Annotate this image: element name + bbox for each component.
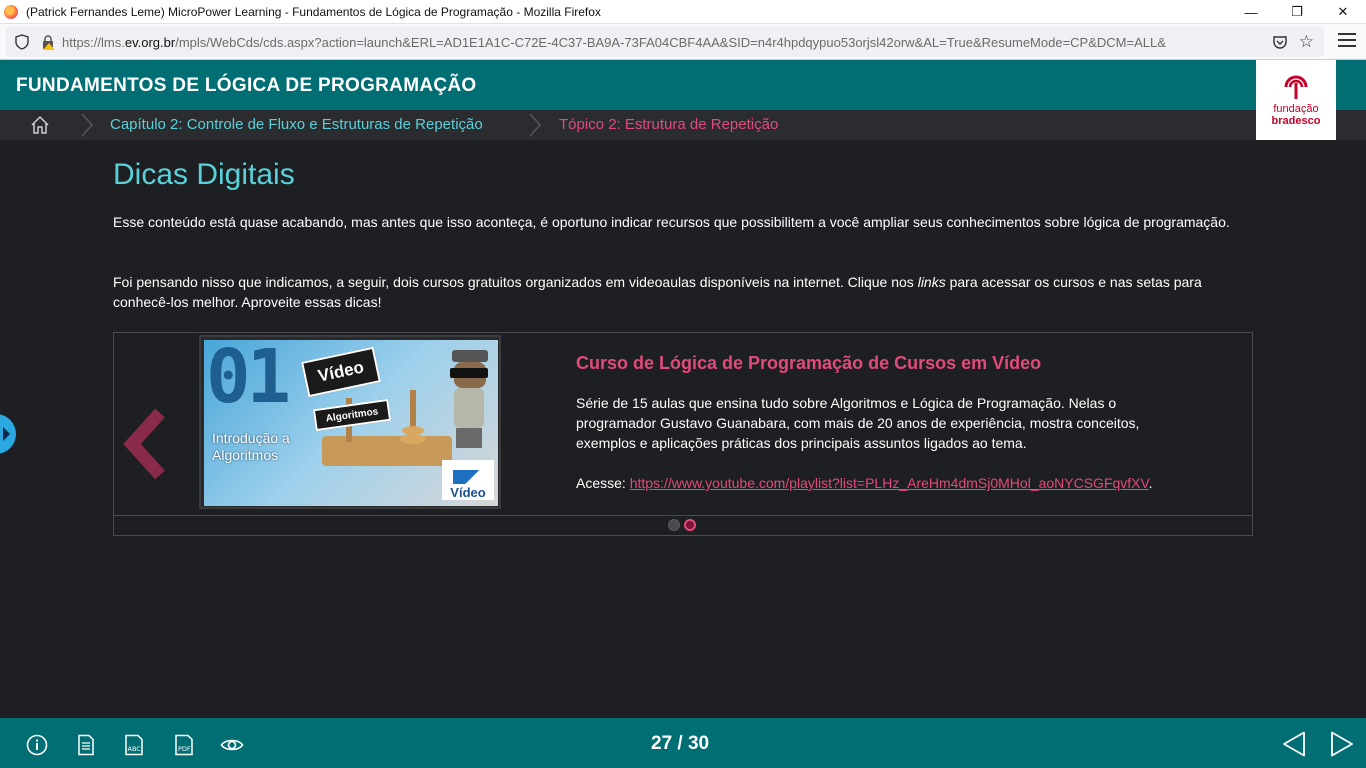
pdf-icon[interactable]: PDF xyxy=(173,734,195,756)
home-icon[interactable] xyxy=(30,115,50,135)
breadcrumb: Capítulo 2: Controle de Fluxo e Estrutur… xyxy=(0,110,1366,140)
hamburger-menu-icon[interactable] xyxy=(1338,33,1356,51)
figurine-illustration xyxy=(450,350,488,448)
pocket-icon[interactable] xyxy=(1272,34,1288,50)
carousel-divider xyxy=(114,515,1252,516)
restore-button[interactable]: ❐ xyxy=(1274,0,1320,24)
course-thumbnail[interactable]: 01 Vídeo Algoritmos Introdução a Algoritm… xyxy=(199,335,501,509)
breadcrumb-chevron-icon xyxy=(81,113,94,137)
course-description: Série de 15 aulas que ensina tudo sobre … xyxy=(576,395,1140,451)
footer-toolbar: ABC PDF 27 / 30 xyxy=(0,718,1366,768)
carousel-prev-arrow-icon[interactable] xyxy=(122,409,174,479)
page-counter: 27 / 30 xyxy=(651,733,710,754)
course-title-heading: Curso de Lógica de Programação de Cursos… xyxy=(576,353,1042,373)
svg-text:PDF: PDF xyxy=(178,745,191,753)
previous-page-icon[interactable] xyxy=(1282,731,1306,757)
eye-icon[interactable] xyxy=(220,734,244,756)
firefox-icon xyxy=(4,4,18,19)
instructions-paragraph: Foi pensando nisso que indicamos, a segu… xyxy=(113,274,1202,310)
close-button[interactable]: ✕ xyxy=(1320,0,1366,24)
window-controls: — ❐ ✕ xyxy=(1228,0,1366,24)
carousel-dot-1[interactable] xyxy=(668,519,680,531)
minimize-button[interactable]: — xyxy=(1228,0,1274,24)
thumbnail-number: 01 xyxy=(206,340,291,420)
course-carousel: 01 Vídeo Algoritmos Introdução a Algoritm… xyxy=(113,332,1253,536)
glossary-icon[interactable]: ABC xyxy=(123,734,145,756)
next-page-icon[interactable] xyxy=(1330,731,1354,757)
thumbnail-algorithms-label: Algoritmos xyxy=(312,398,392,432)
logo-line1: fundação xyxy=(1273,103,1319,115)
browser-titlebar: (Patrick Fernandes Leme) MicroPower Lear… xyxy=(0,0,1366,24)
breadcrumb-chevron-icon xyxy=(529,113,542,137)
info-icon[interactable] xyxy=(26,734,48,756)
insecure-lock-icon[interactable] xyxy=(40,34,56,50)
document-icon[interactable] xyxy=(75,734,97,756)
page-title: Dicas Digitais xyxy=(113,158,295,191)
breadcrumb-chapter[interactable]: Capítulo 2: Controle de Fluxo e Estrutur… xyxy=(110,116,483,133)
intro-paragraph: Esse conteúdo está quase acabando, mas a… xyxy=(113,214,1230,230)
url-text[interactable]: https://lms.ev.org.br/mpls/WebCds/cds.as… xyxy=(62,35,1232,50)
address-bar[interactable]: https://lms.ev.org.br/mpls/WebCds/cds.as… xyxy=(6,27,1324,57)
shield-icon[interactable] xyxy=(14,34,30,50)
fundacao-bradesco-logo: fundação bradesco xyxy=(1256,60,1336,140)
course-title: FUNDAMENTOS DE LÓGICA DE PROGRAMAÇÃO xyxy=(16,75,477,96)
window-title: (Patrick Fernandes Leme) MicroPower Lear… xyxy=(26,4,601,19)
thumbnail-video-label: Vídeo xyxy=(301,346,381,398)
main-content: Dicas Digitais Esse conteúdo está quase … xyxy=(0,140,1366,718)
course-access-row: Acesse: https://www.youtube.com/playlist… xyxy=(576,475,1153,491)
video-logo: Vídeo xyxy=(442,460,494,500)
browser-toolbar: https://lms.ev.org.br/mpls/WebCds/cds.as… xyxy=(0,24,1366,60)
logo-line2: bradesco xyxy=(1271,115,1321,127)
breadcrumb-topic: Tópico 2: Estrutura de Repetição xyxy=(559,116,779,133)
carousel-dot-2-active[interactable] xyxy=(684,519,696,531)
bradesco-logo-icon xyxy=(1284,75,1308,99)
thumbnail-caption: Introdução a Algoritmos xyxy=(212,430,290,463)
app-header: FUNDAMENTOS DE LÓGICA DE PROGRAMAÇÃO xyxy=(0,60,1366,110)
svg-text:ABC: ABC xyxy=(128,745,142,753)
bookmark-star-icon[interactable]: ☆ xyxy=(1299,32,1314,52)
course-link[interactable]: https://www.youtube.com/playlist?list=PL… xyxy=(630,475,1149,491)
